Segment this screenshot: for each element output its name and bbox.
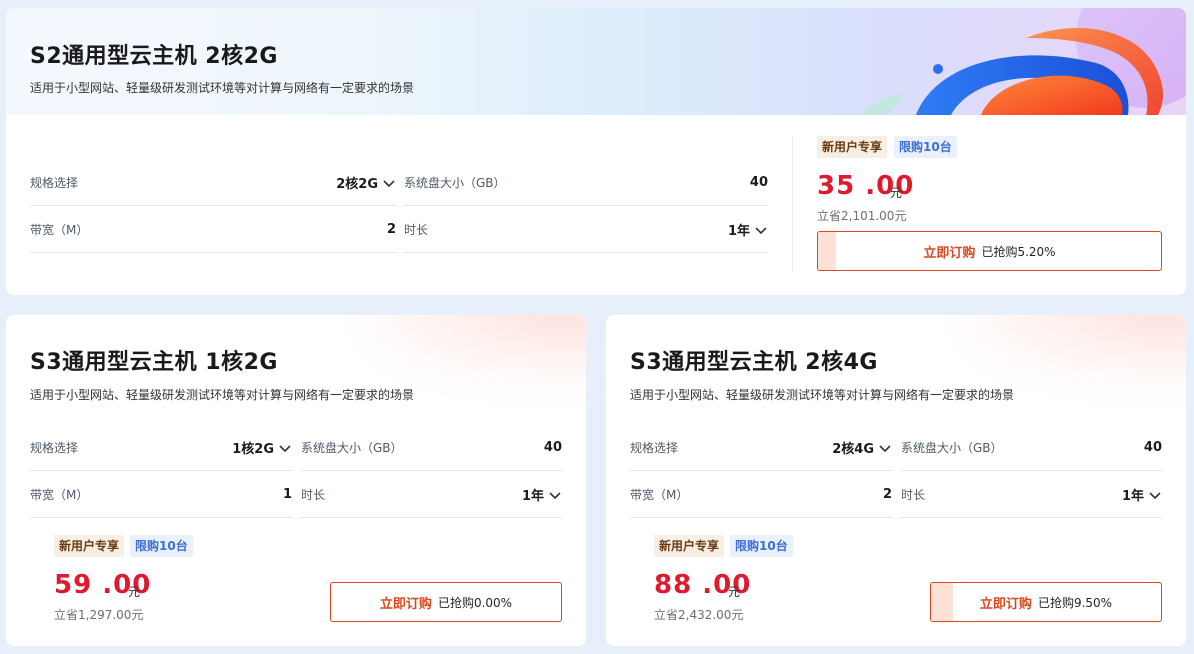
saving-text: 立省2,432.00元 xyxy=(654,608,744,622)
limit-badge: 限购10台 xyxy=(130,535,193,557)
duration-value: 1年 xyxy=(727,224,750,239)
sold-percent: 已抢购9.50% xyxy=(1037,595,1113,610)
sold-percent: 已抢购0.00% xyxy=(437,595,513,610)
duration-label: 时长 xyxy=(404,223,429,237)
bandwidth-value: 2 xyxy=(882,487,892,502)
disk-label: 系统盘大小（GB） xyxy=(901,441,1003,455)
duration-label: 时长 xyxy=(901,488,926,502)
buy-now-label: 立即订购 xyxy=(923,245,976,261)
sold-percent: 已抢购5.20% xyxy=(981,244,1056,259)
duration-select[interactable]: 时长 1年 xyxy=(301,472,562,518)
new-user-badge: 新用户专享 xyxy=(54,535,125,557)
product-card-s2-2c2g: S2通用型云主机 2核2G 适用于小型网站、轻量级研发测试环境等对计算与网络有一… xyxy=(6,8,1186,295)
price-unit: 元 xyxy=(728,585,741,599)
saving-text: 立省2,101.00元 xyxy=(817,209,907,223)
bandwidth-value: 2 xyxy=(386,222,396,237)
spec-select[interactable]: 规格选择 2核2G xyxy=(30,160,396,206)
sold-progress-fill xyxy=(818,232,836,270)
disk-size-field: 系统盘大小（GB） 40 xyxy=(404,160,768,206)
bandwidth-label: 带宽（M） xyxy=(30,488,89,502)
disk-label: 系统盘大小（GB） xyxy=(404,176,506,190)
buy-now-button[interactable]: 立即订购 已抢购5.20% xyxy=(817,231,1162,271)
disk-size-field: 系统盘大小（GB） 40 xyxy=(301,425,562,471)
chevron-down-icon xyxy=(879,444,891,452)
divider xyxy=(792,136,793,272)
duration-select[interactable]: 时长 1年 xyxy=(404,207,768,253)
bandwidth-field: 带宽（M） 2 xyxy=(630,472,892,518)
product-card-s3-2c4g: S3通用型云主机 2核4G 适用于小型网站、轻量级研发测试环境等对计算与网络有一… xyxy=(606,315,1186,646)
spec-value: 2核4G xyxy=(832,442,874,457)
new-user-badge: 新用户专享 xyxy=(654,535,725,557)
spec-value: 1核2G xyxy=(232,442,274,457)
duration-select[interactable]: 时长 1年 xyxy=(901,472,1162,518)
chevron-down-icon xyxy=(383,179,395,187)
product-description: 适用于小型网站、轻量级研发测试环境等对计算与网络有一定要求的场景 xyxy=(630,388,1015,402)
product-title: S3通用型云主机 1核2G xyxy=(30,350,278,375)
spec-value: 2核2G xyxy=(336,177,378,192)
chevron-down-icon xyxy=(755,226,767,234)
chevron-down-icon xyxy=(1149,491,1161,499)
chevron-down-icon xyxy=(549,491,561,499)
product-card-s3-1c2g: S3通用型云主机 1核2G 适用于小型网站、轻量级研发测试环境等对计算与网络有一… xyxy=(6,315,586,646)
duration-value: 1年 xyxy=(1121,489,1144,504)
product-description: 适用于小型网站、轻量级研发测试环境等对计算与网络有一定要求的场景 xyxy=(30,388,415,402)
duration-value: 1年 xyxy=(521,489,544,504)
spec-label: 规格选择 xyxy=(30,441,79,455)
spec-select[interactable]: 规格选择 1核2G xyxy=(30,425,292,471)
duration-label: 时长 xyxy=(301,488,326,502)
product-description: 适用于小型网站、轻量级研发测试环境等对计算与网络有一定要求的场景 xyxy=(30,81,415,95)
banner-decoration-icon xyxy=(861,8,1186,115)
buy-now-label: 立即订购 xyxy=(979,596,1032,612)
price-unit: 元 xyxy=(128,585,141,599)
spec-label: 规格选择 xyxy=(30,176,79,190)
spec-select[interactable]: 规格选择 2核4G xyxy=(630,425,892,471)
disk-value: 40 xyxy=(749,175,768,190)
disk-label: 系统盘大小（GB） xyxy=(301,441,403,455)
bandwidth-label: 带宽（M） xyxy=(630,488,689,502)
bandwidth-field: 带宽（M） 2 xyxy=(30,207,396,253)
chevron-down-icon xyxy=(279,444,291,452)
disk-value: 40 xyxy=(543,440,562,455)
bandwidth-value: 1 xyxy=(282,487,292,502)
buy-now-label: 立即订购 xyxy=(379,596,432,612)
disk-size-field: 系统盘大小（GB） 40 xyxy=(901,425,1162,471)
saving-text: 立省1,297.00元 xyxy=(54,608,144,622)
product-title: S2通用型云主机 2核2G xyxy=(30,44,278,69)
limit-badge: 限购10台 xyxy=(730,535,793,557)
disk-value: 40 xyxy=(1143,440,1162,455)
buy-now-button[interactable]: 立即订购 已抢购9.50% xyxy=(930,582,1162,622)
sold-progress-fill xyxy=(931,583,953,621)
bandwidth-label: 带宽（M） xyxy=(30,223,89,237)
product-title: S3通用型云主机 2核4G xyxy=(630,350,878,375)
limit-badge: 限购10台 xyxy=(894,136,957,158)
buy-now-button[interactable]: 立即订购 已抢购0.00% xyxy=(330,582,562,622)
price-unit: 元 xyxy=(890,186,903,200)
new-user-badge: 新用户专享 xyxy=(817,136,888,158)
spec-label: 规格选择 xyxy=(630,441,679,455)
bandwidth-field: 带宽（M） 1 xyxy=(30,472,292,518)
